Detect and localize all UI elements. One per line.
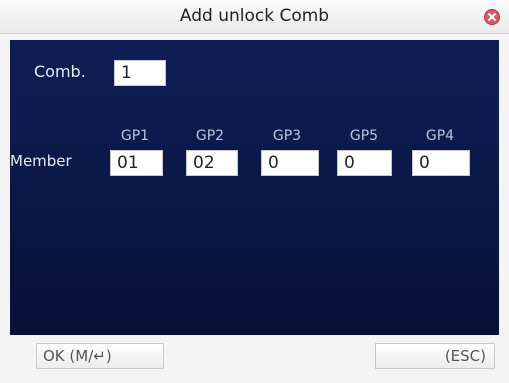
close-icon[interactable] [484,9,500,25]
member-input-gp5[interactable]: 0 [337,150,392,176]
group-header-2: GP2 [195,128,225,144]
member-label: Member [10,152,72,170]
group-header-4: GP5 [349,128,379,144]
ok-button[interactable]: OK (M/↵) [36,343,164,369]
group-header-5: GP4 [425,128,455,144]
member-input-gp4[interactable]: 0 [412,150,470,176]
member-input-gp3[interactable]: 0 [261,150,319,176]
comb-input[interactable]: 1 [114,60,166,86]
comb-label: Comb. [34,62,86,81]
member-input-gp1[interactable]: 01 [110,150,163,176]
member-input-gp2[interactable]: 02 [186,150,238,176]
window-title: Add unlock Comb [179,6,330,26]
group-header-3: GP3 [272,128,302,144]
form-panel: Comb. 1 GP1 GP2 GP3 GP5 GP4 Member 01 02… [10,40,499,335]
title-bar: Add unlock Comb [0,0,509,34]
group-header-1: GP1 [120,128,150,144]
esc-button[interactable]: (ESC) [375,343,495,369]
device-screen: Add unlock Comb Comb. 1 GP1 GP2 GP3 GP5 … [0,0,509,383]
